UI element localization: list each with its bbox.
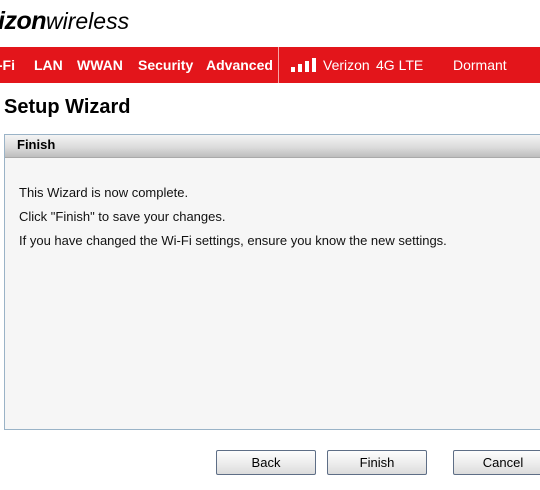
finish-button[interactable]: Finish <box>327 450 427 475</box>
verizon-wireless-logo: izonwireless <box>0 6 129 36</box>
signal-strength-icon <box>291 58 317 72</box>
nav-item-security[interactable]: Security <box>138 47 193 83</box>
logo-brand: izon <box>0 7 47 35</box>
nav-item-advanced[interactable]: Advanced <box>206 47 273 83</box>
nav-divider <box>278 47 279 83</box>
network-type: 4G LTE <box>376 57 424 73</box>
logo-suffix: wireless <box>46 8 130 34</box>
carrier-name: Verizon <box>323 57 370 73</box>
nav-item-wwan[interactable]: WWAN <box>77 47 123 83</box>
back-button[interactable]: Back <box>216 450 316 475</box>
wizard-panel: Finish This Wizard is now complete. Clic… <box>4 134 540 430</box>
nav-bar: i-Fi LAN WWAN Security Advanced Verizon … <box>0 47 540 83</box>
connection-status: Dormant <box>453 57 507 73</box>
panel-body: This Wizard is now complete. Click "Fini… <box>5 158 540 248</box>
nav-item-wifi[interactable]: i-Fi <box>0 47 15 83</box>
message-line: If you have changed the Wi-Fi settings, … <box>19 233 447 248</box>
page-title: Setup Wizard <box>4 96 131 118</box>
page: izonwireless i-Fi LAN WWAN Security Adva… <box>0 0 540 490</box>
panel-header: Finish <box>5 135 540 158</box>
nav-item-lan[interactable]: LAN <box>34 47 63 83</box>
message-line: Click "Finish" to save your changes. <box>19 209 226 224</box>
cancel-button[interactable]: Cancel <box>453 450 540 475</box>
message-line: This Wizard is now complete. <box>19 185 189 200</box>
